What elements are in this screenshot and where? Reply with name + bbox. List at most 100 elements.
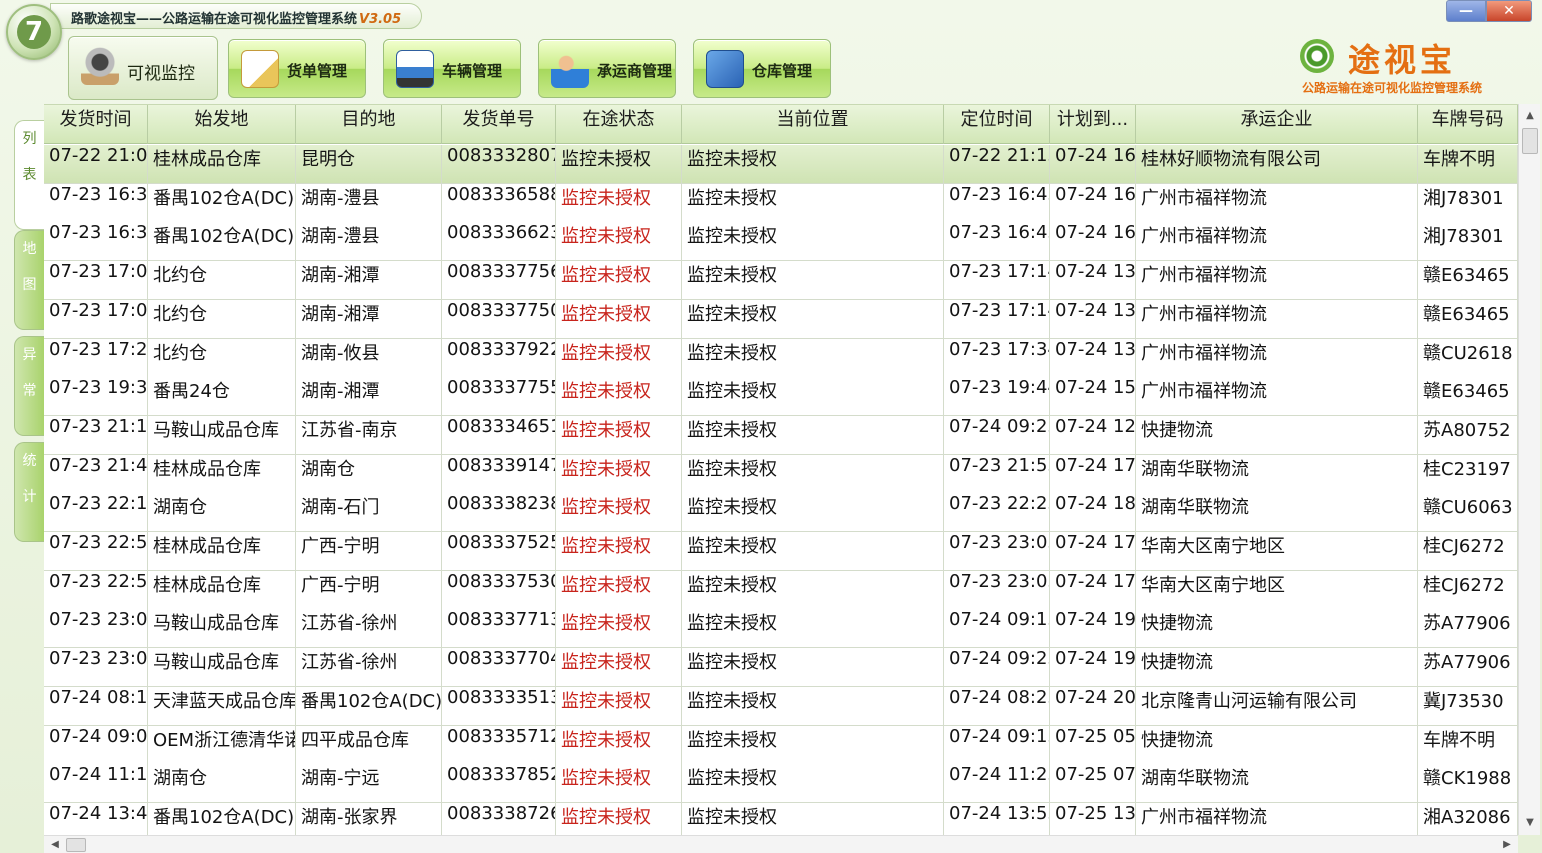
table-row[interactable]: 07-23 16:31 番禺102仓A(DC) 湖南-澧县 0083336588 监控未… [44, 183, 1518, 223]
cell-transit-status: 监控未授权 [556, 183, 682, 223]
nav-label: 车辆管理 [442, 62, 503, 80]
cell-order-no: 0083337756 [442, 261, 556, 301]
cell-destination: 江苏省-南京 [296, 415, 442, 455]
cell-order-no: 0083333513 [442, 686, 556, 726]
cell-carrier: 快捷物流 [1136, 415, 1418, 455]
cell-transit-status: 监控未授权 [556, 338, 682, 378]
header-col-transit-status[interactable]: 在途状态 [556, 105, 682, 144]
side-tab-exception[interactable]: 异常 [14, 336, 44, 436]
cell-current-location: 监控未授权 [682, 377, 944, 417]
cell-origin: 北约仓 [148, 261, 296, 301]
cell-plate-no: 湘J78301 [1418, 183, 1518, 223]
cell-origin: OEM浙江德清华诺 [148, 725, 296, 765]
table-row[interactable]: 07-23 22:17 湖南仓 湖南-石门 0083338238 监控未授权 监控未授权 0… [44, 493, 1518, 533]
cell-carrier: 广州市福祥物流 [1136, 183, 1418, 223]
app-window: 路歌途视宝——公路运输在途可视化监控管理系统 V3.05 7 — ✕ 可视监控 货… [0, 0, 1542, 853]
header-col-destination[interactable]: 目的地 [296, 105, 442, 144]
vertical-scroll-thumb[interactable] [1522, 128, 1538, 154]
side-tab-map[interactable]: 地图 [14, 230, 44, 330]
cell-ship-time: 07-22 21:05 [44, 145, 148, 184]
table-row[interactable]: 07-23 19:36 番禺24仓 湖南-湘潭 0083337755 监控未授权 监控未授… [44, 377, 1518, 417]
scroll-left-icon[interactable]: ◀ [46, 836, 64, 853]
nav-order-management-button[interactable]: 货单管理 [228, 39, 366, 98]
nav-vehicle-management-button[interactable]: 车辆管理 [383, 39, 521, 98]
cell-destination: 湖南-湘潭 [296, 261, 442, 301]
cell-locate-time: 07-22 21:13 [944, 145, 1050, 184]
cell-transit-status: 监控未授权 [556, 764, 682, 804]
header-col-current-location[interactable]: 当前位置 [682, 105, 944, 144]
scroll-down-icon[interactable]: ▼ [1519, 813, 1541, 833]
nav-visual-monitor-button[interactable]: 可视监控 [68, 36, 218, 100]
cell-current-location: 监控未授权 [682, 261, 944, 301]
cell-carrier: 湖南华联物流 [1136, 493, 1418, 533]
side-tab-statistics[interactable]: 统计 [14, 442, 44, 542]
horizontal-scroll-thumb[interactable] [66, 838, 86, 852]
table-row[interactable]: 07-23 17:03 北约仓 湖南-湘潭 0083337756 监控未授权 监控未授权 0… [44, 261, 1518, 301]
cell-destination: 湖南仓 [296, 454, 442, 494]
nav-warehouse-management-button[interactable]: 仓库管理 [693, 39, 831, 98]
cell-plate-no: 车牌不明 [1418, 145, 1518, 184]
cell-locate-time: 07-24 09:13 [944, 725, 1050, 765]
table-row[interactable]: 07-22 21:05 桂林成品仓库 昆明仓 0083332807 监控未授权 监控未授权… [44, 145, 1518, 184]
side-tab-label: 异常 [22, 347, 37, 399]
vertical-scrollbar[interactable]: ▲ ▼ [1518, 104, 1540, 835]
cell-carrier: 华南大区南宁地区 [1136, 570, 1418, 610]
cell-carrier: 广州市福祥物流 [1136, 802, 1418, 835]
nav-carrier-management-button[interactable]: 承运商管理 [538, 39, 676, 98]
cell-order-no: 0083335712 [442, 725, 556, 765]
table-row[interactable]: 07-23 22:54 桂林成品仓库 广西-宁明 0083337525 监控未授权 监控未… [44, 532, 1518, 571]
cell-plate-no: 桂CJ6272 [1418, 570, 1518, 610]
cell-origin: 桂林成品仓库 [148, 532, 296, 571]
cell-transit-status: 监控未授权 [556, 725, 682, 765]
document-icon [241, 50, 279, 88]
cell-destination: 湖南-澧县 [296, 222, 442, 262]
side-tab-list[interactable]: 列表 [14, 120, 44, 230]
cell-ship-time: 07-23 22:17 [44, 493, 148, 533]
minimize-button[interactable]: — [1446, 0, 1486, 22]
table-row[interactable]: 07-23 17:23 北约仓 湖南-攸县 0083337922 监控未授权 监控未授权 0… [44, 338, 1518, 378]
cell-carrier: 广州市福祥物流 [1136, 377, 1418, 417]
table-row[interactable]: 07-24 13:43 番禺102仓A(DC) 湖南-张家界 0083338726 监控… [44, 802, 1518, 835]
table-row[interactable]: 07-23 23:07 马鞍山成品仓库 江苏省-徐州 0083337713 监控未授权监… [44, 609, 1518, 649]
cell-locate-time: 07-23 19:44 [944, 377, 1050, 417]
cell-locate-time: 07-23 17:14 [944, 261, 1050, 301]
cell-transit-status: 监控未授权 [556, 299, 682, 339]
table-row[interactable]: 07-24 11:11 湖南仓 湖南-宁远 0083337852 监控未授权 监控未授权 0… [44, 764, 1518, 804]
table-row[interactable]: 07-23 23:07 马鞍山成品仓库 江苏省-徐州 0083337704 监控未授权监… [44, 648, 1518, 688]
header-col-order-no[interactable]: 发货单号 [442, 105, 556, 144]
header-col-carrier[interactable]: 承运企业 [1136, 105, 1418, 144]
table-row[interactable]: 07-23 21:41 桂林成品仓库 湖南仓 0083339147 监控未授权 监控未授权… [44, 454, 1518, 494]
table-row[interactable]: 07-23 22:54 桂林成品仓库 广西-宁明 0083337530 监控未授权 监控未… [44, 570, 1518, 610]
cell-transit-status: 监控未授权 [556, 377, 682, 417]
cell-destination: 广西-宁明 [296, 532, 442, 571]
table-row[interactable]: 07-24 09:09 OEM浙江德清华诺 四平成品仓库 0083335712 监控未授… [44, 725, 1518, 765]
close-button[interactable]: ✕ [1486, 0, 1532, 22]
header-col-planned-arrival[interactable]: 计划到... [1050, 105, 1136, 144]
cell-origin: 马鞍山成品仓库 [148, 415, 296, 455]
cell-carrier: 快捷物流 [1136, 725, 1418, 765]
cell-planned-arrival: 07-24 15 [1050, 377, 1136, 417]
header-col-ship-time[interactable]: 发货时间 [44, 105, 148, 144]
cell-order-no: 0083338238 [442, 493, 556, 533]
header-col-plate-no[interactable]: 车牌号码 [1418, 105, 1518, 144]
cell-planned-arrival: 07-24 17 [1050, 454, 1136, 494]
table-row[interactable]: 07-23 17:04 北约仓 湖南-湘潭 0083337750 监控未授权 监控未授权 0… [44, 299, 1518, 339]
header-col-locate-time[interactable]: 定位时间 [944, 105, 1050, 144]
horizontal-scrollbar[interactable]: ◀ ▶ [44, 835, 1518, 853]
cell-carrier: 广州市福祥物流 [1136, 222, 1418, 262]
scroll-up-icon[interactable]: ▲ [1519, 106, 1541, 126]
brand-name: 途视宝 [1348, 41, 1457, 79]
header-col-origin[interactable]: 始发地 [148, 105, 296, 144]
table-row[interactable]: 07-23 16:31 番禺102仓A(DC) 湖南-澧县 0083336623 监控未… [44, 222, 1518, 262]
cell-ship-time: 07-23 23:07 [44, 648, 148, 688]
title-pill: 路歌途视宝——公路运输在途可视化监控管理系统 V3.05 [50, 3, 422, 29]
cell-destination: 江苏省-徐州 [296, 648, 442, 688]
cell-planned-arrival: 07-24 19 [1050, 609, 1136, 649]
cell-transit-status: 监控未授权 [556, 145, 682, 184]
scroll-right-icon[interactable]: ▶ [1498, 836, 1516, 853]
cell-ship-time: 07-23 17:23 [44, 338, 148, 378]
grid-header: 发货时间 始发地 目的地 发货单号 在途状态 当前位置 定位时间 计划到... 承运企业 车牌号码 [44, 105, 1518, 144]
cell-order-no: 0083337704 [442, 648, 556, 688]
table-row[interactable]: 07-23 21:12 马鞍山成品仓库 江苏省-南京 0083334651 监控未授权监… [44, 415, 1518, 455]
table-row[interactable]: 07-24 08:11 天津蓝天成品仓库 番禺102仓A(DC) 0083333513… [44, 686, 1518, 726]
